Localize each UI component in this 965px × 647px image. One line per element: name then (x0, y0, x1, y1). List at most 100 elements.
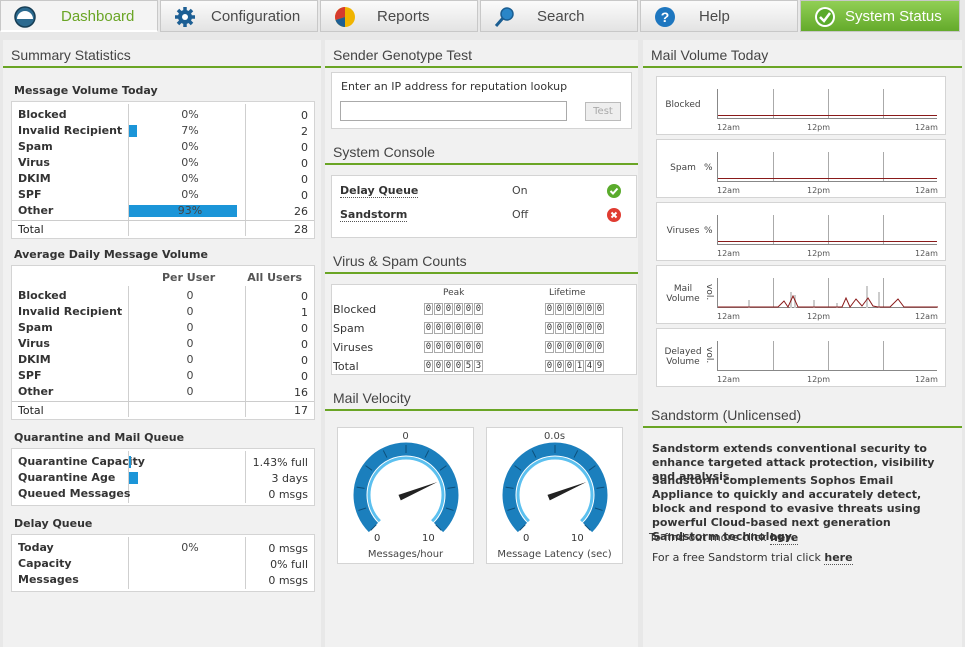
graph-label: Blocked (665, 100, 701, 110)
grid-line (883, 89, 884, 118)
grid-line (828, 89, 829, 118)
grid-line (828, 341, 829, 370)
gauge-min-label: 0 (523, 533, 530, 544)
row-label: Total (333, 360, 359, 373)
row-label: SPF (18, 369, 42, 382)
sandstorm-state: Off (512, 208, 529, 221)
table-row: Viruses000000000000000000000000 (332, 338, 636, 356)
series-line (718, 294, 938, 308)
sandstorm-link[interactable]: Sandstorm (340, 208, 408, 222)
panel-title: Sandstorm (Unlicensed) (643, 400, 962, 428)
counter-digit: 3 (474, 360, 483, 372)
counter-digit: 0 (424, 341, 433, 353)
column-header: All Users (247, 271, 302, 284)
table-row: Quarantine Capacity 1.43% full (12, 454, 314, 470)
quarantine-table: Quarantine Capacity 1.43% full Quarantine … (11, 448, 315, 506)
total-label: Total (18, 223, 44, 236)
delay-queue-link[interactable]: Delay Queue (340, 184, 419, 198)
volume-graph: Spam% 12am 12pm 12am (656, 139, 946, 198)
peak-counter: 000053000053 (424, 358, 484, 372)
tab-reports[interactable]: Reports (320, 0, 478, 32)
counter-digit: 0 (464, 303, 473, 315)
genotype-panel: Sender Genotype Test (325, 40, 638, 68)
row-label: Capacity (18, 557, 72, 570)
counter-digit: 0 (585, 341, 594, 353)
test-button[interactable]: Test (585, 102, 621, 121)
time-tick: 12am (915, 375, 938, 384)
grid-line (883, 152, 884, 181)
time-tick: 12am (717, 375, 740, 384)
tab-help[interactable]: ? Help (640, 0, 798, 32)
volume-graph: Delayed Volume vol. 12am 12pm 12am (656, 328, 946, 387)
counter-digit: 0 (585, 322, 594, 334)
row-label: Blocked (18, 108, 67, 121)
counter-digit: 0 (454, 341, 463, 353)
table-row: DKIM 0 0 (12, 352, 314, 368)
speedometer-gauge (502, 442, 608, 533)
counter-digit: 0 (555, 322, 564, 334)
counter-digit: 0 (454, 322, 463, 334)
counter-digit: 0 (474, 303, 483, 315)
counter-digit: 0 (545, 322, 554, 334)
all-users-value: 0 (301, 290, 308, 303)
row-value: 1.43% full (252, 456, 308, 469)
tab-system-status[interactable]: System Status (800, 0, 960, 32)
row-label: Quarantine Age (18, 471, 116, 484)
row-percent: 0% (181, 108, 199, 121)
graph-plot (717, 278, 938, 308)
background-bar (878, 292, 880, 308)
counter-digit: 0 (444, 303, 453, 315)
counter-digit: 0 (555, 360, 564, 372)
peak-counter: 000000000000 (424, 301, 484, 315)
per-user-value: 0 (186, 321, 194, 334)
gauge-inner-arc (367, 456, 445, 523)
row-value: 3 days (271, 472, 308, 485)
trial-link[interactable]: here (824, 551, 853, 565)
tab-configuration[interactable]: Configuration (160, 0, 318, 32)
grid-line (828, 152, 829, 181)
counter-digit: 0 (474, 341, 483, 353)
table-row: Blocked 0% 0 (12, 107, 314, 123)
counter-digit: 0 (424, 322, 433, 334)
all-users-value: 1 (301, 306, 308, 319)
tab-dashboard[interactable]: Dashboard (0, 0, 158, 32)
gauge-max-label: 10 (571, 533, 584, 544)
row-label: Messages (18, 573, 79, 586)
section-title: Delay Queue (14, 517, 93, 530)
counter-digit: 0 (565, 303, 574, 315)
delay-queue-state: On (512, 184, 528, 197)
console-row-delay-queue: Delay Queue On (332, 184, 636, 202)
table-row: SPF 0% 0 (12, 187, 314, 203)
ip-address-input[interactable] (340, 101, 567, 121)
message-volume-table: Blocked 0% 0 Invalid Recipient 7% 2 Spam 0% 0 Vir… (11, 101, 315, 239)
trial-text: For a free Sandstorm trial click (652, 551, 825, 564)
per-user-value: 0 (186, 305, 194, 318)
volume-graph: Viruses% 12am 12pm 12am (656, 202, 946, 261)
panel-title: Summary Statistics (3, 40, 321, 68)
genotype-form: Enter an IP address for reputation looku… (331, 72, 632, 129)
row-count: 0 (301, 109, 308, 122)
counter-digit: 0 (464, 322, 473, 334)
row-label: SPF (18, 188, 42, 201)
counter-digit: 0 (545, 303, 554, 315)
grid-line (773, 215, 774, 244)
tab-search[interactable]: Search (480, 0, 638, 32)
counter-digit: 0 (444, 341, 453, 353)
tab-label: Dashboard (61, 8, 135, 25)
counter-digit: 9 (595, 360, 604, 372)
find-out-more-link[interactable]: here (770, 531, 799, 545)
row-label: Other (18, 204, 54, 217)
per-user-value: 0 (186, 353, 194, 366)
row-label: Today (18, 541, 54, 554)
row-label: Other (18, 385, 54, 398)
check-icon (607, 184, 621, 198)
column-header: Per User (162, 271, 216, 284)
row-label: Spam (18, 140, 53, 153)
row-label: DKIM (18, 172, 51, 185)
lifetime-header: Lifetime (549, 288, 586, 298)
graph-unit: vol. (704, 284, 714, 301)
row-value: 0% full (270, 558, 308, 571)
table-total-row: Total 28 (12, 220, 314, 236)
graph-label: Spam (670, 163, 696, 173)
time-tick: 12pm (807, 312, 831, 321)
